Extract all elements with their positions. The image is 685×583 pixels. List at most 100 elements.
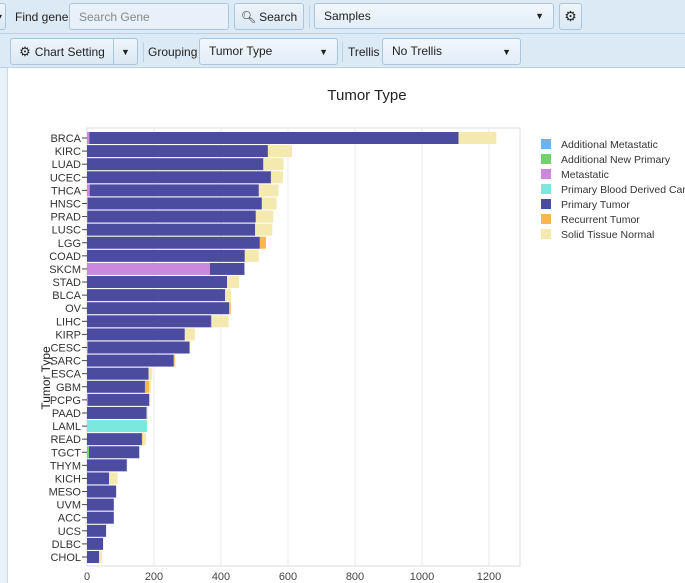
legend-item[interactable]: Primary Tumor [541,199,630,211]
bar-PAAD-primary-tumor[interactable] [87,406,147,419]
y-tick-label: UCS [58,526,81,538]
bar-COAD-primary-tumor[interactable] [87,249,245,262]
bar-PCPG-primary-tumor[interactable] [87,393,150,406]
search-button[interactable]: 🔍︎ Search [234,3,304,30]
gear-icon: ⚙ [19,43,31,59]
bar-HNSC-solid-tissue-normal[interactable] [261,197,277,210]
legend-item[interactable]: Metastatic [541,169,609,181]
bar-SARC-solid-tissue-normal[interactable] [174,354,176,367]
bar-UVM-primary-tumor[interactable] [87,498,114,511]
bar-LUAD-recurrent-tumor[interactable] [263,158,264,171]
bar-KICH-primary-tumor[interactable] [87,472,110,485]
bar-PRAD-primary-tumor[interactable] [87,210,256,223]
bar-KIRC-solid-tissue-normal[interactable] [267,145,293,158]
bar-STAD-primary-tumor[interactable] [87,276,228,289]
legend-item[interactable]: Additional New Primary [541,154,671,166]
bar-PRAD-solid-tissue-normal[interactable] [255,210,274,223]
bar-LUAD-solid-tissue-normal[interactable] [263,158,284,171]
y-tick-label: UCEC [50,172,81,184]
bar-CESC-primary-tumor[interactable] [87,341,190,354]
chart-title: Tumor Type [327,87,406,104]
legend-item[interactable]: Recurrent Tumor [541,214,640,226]
bar-COAD-solid-tissue-normal[interactable] [245,249,259,262]
settings-button[interactable]: ⚙ [559,3,582,30]
search-gene-input[interactable]: Search Gene [69,3,229,30]
bar-BRCA-metastatic[interactable] [87,132,90,144]
bar-OV-recurrent-tumor[interactable] [229,302,231,315]
bar-BLCA-solid-tissue-normal[interactable] [225,289,232,302]
bar-PCPG-solid-tissue-normal[interactable] [149,393,151,406]
bar-CHOL-solid-tissue-normal[interactable] [99,551,103,563]
bar-UCEC-solid-tissue-normal[interactable] [271,171,283,184]
bar-GBM-solid-tissue-normal[interactable] [148,380,151,393]
bar-TGCT-additional-new-primary[interactable] [87,446,90,459]
bar-LIHC-solid-tissue-normal[interactable] [211,315,229,328]
bar-MESO-primary-tumor[interactable] [87,485,117,498]
bar-KIRP-solid-tissue-normal[interactable] [184,328,195,341]
legend-item[interactable]: Additional Metastatic [541,139,658,151]
bar-READ-recurrent-tumor[interactable] [141,433,143,446]
bar-ESCA-primary-tumor[interactable] [87,367,149,380]
bar-LGG-recurrent-tumor[interactable] [259,236,266,249]
bar-ESCA-solid-tissue-normal[interactable] [148,367,153,380]
bar-OV-primary-tumor[interactable] [87,302,230,315]
bar-LIHC-primary-tumor[interactable] [87,315,211,328]
bar-HNSC-primary-tumor[interactable] [87,197,262,210]
bar-CHOL-primary-tumor[interactable] [87,551,100,563]
legend-item[interactable]: Solid Tissue Normal [541,229,654,241]
bar-SARC-primary-tumor[interactable] [87,354,174,367]
legend-label: Recurrent Tumor [561,214,640,226]
legend-item[interactable]: Primary Blood Derived Cancer [541,184,685,196]
bar-ACC-primary-tumor[interactable] [87,511,114,524]
bar-UCS-primary-tumor[interactable] [87,524,107,537]
legend-label: Metastatic [561,169,609,181]
bar-THCA-metastatic[interactable] [87,184,90,197]
divider [143,42,144,62]
bar-SKCM-primary-tumor[interactable] [209,262,245,275]
bar-READ-primary-tumor[interactable] [87,433,142,446]
bar-LGG-primary-tumor[interactable] [87,236,260,249]
chart-setting-button[interactable]: ⚙ Chart Setting [10,38,114,65]
grouping-select[interactable]: Tumor Type ▼ [199,38,338,65]
bar-BRCA-primary-tumor[interactable] [89,132,459,144]
y-tick-label: SKCM [49,264,81,276]
bar-KIRC-primary-tumor[interactable] [87,145,268,158]
bar-STAD-solid-tissue-normal[interactable] [227,276,240,289]
bar-LAML-primary-blood-derived-cancer[interactable] [87,420,147,433]
bar-THCA-solid-tissue-normal[interactable] [258,184,279,197]
bar-KIRP-primary-tumor[interactable] [87,328,185,341]
bar-PCPG-metastatic[interactable] [87,393,88,406]
bar-LUSC-solid-tissue-normal[interactable] [255,223,273,236]
bar-THCA-primary-tumor[interactable] [89,184,259,197]
bar-BLCA-primary-tumor[interactable] [87,289,226,302]
bar-PAAD-solid-tissue-normal[interactable] [146,406,148,419]
samples-select[interactable]: Samples ▼ [314,3,554,29]
bar-KICH-solid-tissue-normal[interactable] [109,472,118,485]
legend-label: Additional Metastatic [561,139,658,151]
bar-TGCT-primary-tumor[interactable] [89,446,140,459]
bar-SKCM-metastatic[interactable] [87,262,210,275]
bar-CESC-metastatic[interactable] [87,341,88,354]
legend-swatch [541,214,551,224]
bar-LUSC-primary-tumor[interactable] [87,223,256,236]
bar-READ-solid-tissue-normal[interactable] [142,433,146,446]
chart-setting-dropdown[interactable]: ▼ [113,38,138,65]
bar-LUAD-primary-tumor[interactable] [87,158,264,171]
bar-GBM-recurrent-tumor[interactable] [144,380,149,393]
bar-THYM-primary-tumor[interactable] [87,459,127,472]
x-tick-label: 1000 [410,571,434,583]
bar-CESC-solid-tissue-normal[interactable] [189,341,191,354]
bar-LIHC-recurrent-tumor[interactable] [210,315,212,328]
bar-SARC-recurrent-tumor[interactable] [173,354,175,367]
collapse-dropdown-button[interactable]: ▾ [0,3,6,30]
trellis-select[interactable]: No Trellis ▼ [382,38,521,65]
bar-HNSC-metastatic[interactable] [87,197,88,210]
bar-UCEC-primary-tumor[interactable] [87,171,271,184]
bar-BRCA-solid-tissue-normal[interactable] [458,132,497,144]
legend-swatch [541,184,551,194]
bar-DLBC-primary-tumor[interactable] [87,537,104,550]
x-tick-label: 600 [279,571,297,583]
y-tick-label: THCA [51,185,82,197]
bar-GBM-primary-tumor[interactable] [87,380,145,393]
bar-THYM-solid-tissue-normal[interactable] [126,459,128,472]
